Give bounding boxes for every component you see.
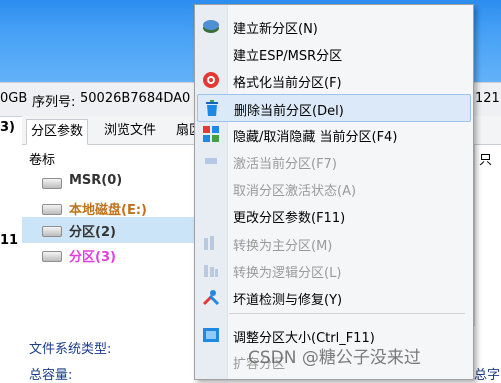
menu-item[interactable]: 取消分区激活状态(A): [197, 175, 469, 201]
menu-item-label: 转换为逻辑分区(L): [233, 266, 342, 281]
disk-icon: [42, 204, 62, 215]
volume-label-header: 卷标: [29, 153, 56, 168]
menu-item[interactable]: 建立ESP/MSR分区: [197, 40, 469, 66]
partition-label: 分区(2): [69, 225, 116, 240]
menu-item-label: 隐藏/取消隐藏 当前分区(F4): [233, 130, 398, 145]
new-partition-icon: [202, 17, 220, 35]
menu-item[interactable]: 格式化当前分区(F): [197, 67, 469, 93]
menu-item[interactable]: 转换为逻辑分区(L): [197, 257, 469, 283]
disk-icon: [42, 226, 62, 237]
menu-item[interactable]: 转换为主分区(M): [197, 230, 469, 256]
partition-label: 本地磁盘(E:): [69, 203, 147, 218]
menu-separator: [229, 313, 465, 314]
right-panel-strip: 只: [474, 145, 501, 326]
menu-item-label: 转换为主分区(M): [233, 239, 333, 254]
format-icon: [202, 71, 220, 89]
resize-icon: [202, 326, 220, 344]
activate-icon: [202, 152, 220, 170]
serial-label: 序列号:: [32, 95, 76, 110]
menu-item[interactable]: 删除当前分区(Del): [197, 94, 471, 122]
watermark: CSDN @糖公子没来过: [248, 348, 421, 368]
disk-icon: [42, 251, 62, 262]
fs-type-label: 文件系统类型:: [29, 342, 112, 357]
menu-item-label: 删除当前分区(Del): [234, 104, 344, 119]
capacity-right-label: 总字: [474, 368, 501, 383]
menu-item-label: 格式化当前分区(F): [233, 76, 342, 91]
esp-icon: [202, 44, 220, 62]
menu-item-label: 建立新分区(N): [233, 22, 318, 37]
disk-size-text: 0GB: [0, 91, 28, 106]
disk-icon: [42, 178, 62, 189]
menu-item-label: 取消分区激活状态(A): [233, 184, 357, 199]
tools-icon: [202, 288, 220, 306]
menu-item[interactable]: 建立新分区(N): [197, 13, 469, 39]
convert-logical-icon: [202, 261, 220, 279]
hide-icon: [202, 125, 220, 143]
menu-item-label: 激活当前分区(F7): [233, 157, 337, 172]
menu-item-label: 更改分区参数(F11): [233, 211, 346, 226]
menu-item-label: 建立ESP/MSR分区: [233, 49, 343, 64]
context-menu: 建立新分区(N) 建立ESP/MSR分区 格式化当前分区(F) 删除当前分区(Del)…: [194, 4, 474, 380]
menu-item[interactable]: 坏道检测与修复(Y): [197, 284, 469, 310]
menu-item[interactable]: 隐藏/取消隐藏 当前分区(F4): [197, 121, 469, 147]
trash-icon: [203, 99, 221, 117]
tab-browse-files[interactable]: 浏览文件: [100, 119, 160, 143]
partition-tree-item[interactable]: 分区(2): [22, 217, 202, 243]
right-strip-text: 只: [479, 153, 493, 168]
partition-label: 分区(3): [69, 250, 116, 265]
capacity-label: 总容量:: [29, 368, 73, 383]
tab-partition-params[interactable]: 分区参数: [26, 119, 89, 145]
left-marker-bottom: 11: [0, 233, 19, 248]
menu-item[interactable]: 激活当前分区(F7): [197, 148, 469, 174]
partition-tree-item[interactable]: MSR(0): [22, 169, 202, 195]
partition-label: MSR(0): [69, 173, 123, 188]
info-right-text: 121: [475, 91, 500, 106]
serial-value: 50026B7684DA0: [80, 91, 191, 106]
menu-item[interactable]: 更改分区参数(F11): [197, 202, 469, 228]
partition-tree-item[interactable]: 分区(3): [22, 242, 202, 268]
menu-item-label: 坏道检测与修复(Y): [233, 293, 343, 308]
left-marker-top: 3): [0, 120, 15, 135]
convert-primary-icon: [202, 234, 220, 252]
